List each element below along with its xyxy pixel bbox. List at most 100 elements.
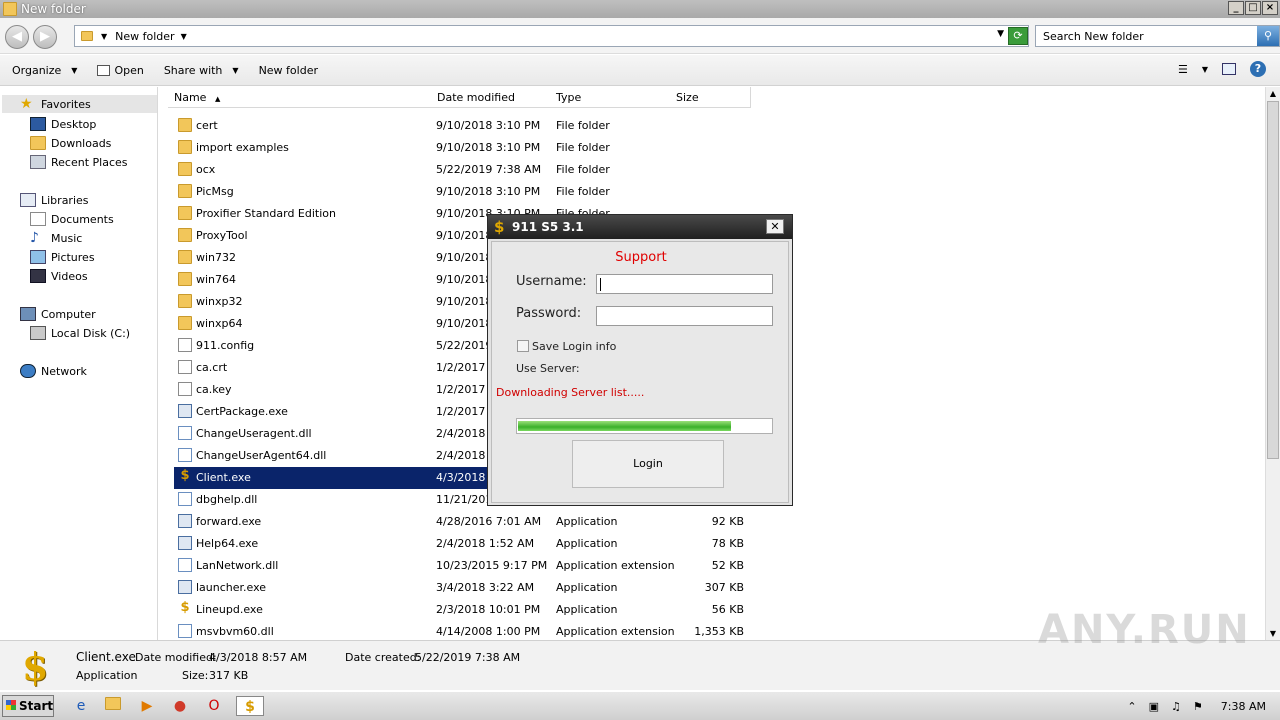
preview-pane-icon[interactable] (1222, 63, 1236, 75)
client-taskbar-button[interactable]: $ (236, 696, 264, 716)
cell-name: cert (196, 119, 218, 132)
progress-fill (518, 421, 731, 431)
chevron-down-icon[interactable]: ▼ (181, 32, 187, 41)
maximize-button[interactable]: □ (1245, 1, 1261, 15)
nav-label: Downloads (51, 136, 112, 150)
details-modified-value: 4/3/2018 8:57 AM (209, 651, 308, 664)
explorer-taskbar-button[interactable] (102, 696, 124, 716)
forward-button[interactable]: ▶ (33, 25, 57, 49)
start-button[interactable]: Start (2, 695, 54, 717)
nav-network[interactable]: Network (20, 362, 87, 380)
drive-icon (30, 326, 46, 340)
opera-icon[interactable]: O (203, 696, 225, 716)
window-title: New folder (21, 2, 86, 16)
search-icon[interactable]: ⚲ (1257, 26, 1279, 46)
close-button[interactable]: × (1262, 1, 1278, 15)
folder-icon (3, 2, 17, 16)
table-row[interactable]: PicMsg 9/10/2018 3:10 PM File folder (174, 181, 754, 203)
address-dropdown-icon[interactable]: ▼ (997, 29, 1004, 39)
refresh-button[interactable]: ⟳ (1008, 27, 1028, 45)
breadcrumb[interactable]: New folder (115, 30, 174, 43)
table-row[interactable]: launcher.exe 3/4/2018 3:22 AM Application 3… (174, 577, 754, 599)
volume-icon[interactable]: ♫ (1171, 700, 1181, 713)
view-options-icon[interactable]: ☰ (1178, 63, 1188, 76)
cell-date: 9/10/2018 3:10 PM (436, 185, 541, 198)
computer-icon (20, 307, 36, 321)
search-input[interactable]: Search New folder ⚲ (1035, 25, 1280, 47)
nav-label: Local Disk (C:) (51, 326, 131, 340)
open-label: Open (114, 63, 144, 77)
column-header-type[interactable]: Type (550, 87, 671, 108)
save-login-checkbox[interactable] (517, 340, 529, 352)
desktop-icon (30, 117, 46, 131)
new-folder-button[interactable]: New folder (259, 64, 318, 77)
nav-computer[interactable]: Computer (20, 305, 96, 323)
status-text: Downloading Server list..... (496, 386, 645, 399)
dll-icon (178, 426, 192, 440)
chevron-down-icon[interactable]: ▼ (101, 32, 107, 41)
password-field[interactable] (596, 306, 773, 326)
login-button[interactable]: Login (572, 440, 724, 488)
show-hidden-icons-icon[interactable]: ⌃ (1127, 700, 1136, 713)
network-tray-icon[interactable]: ▣ (1149, 700, 1159, 713)
back-button[interactable]: ◀ (5, 25, 29, 49)
table-row[interactable]: cert 9/10/2018 3:10 PM File folder (174, 115, 754, 137)
support-link[interactable]: Support (492, 250, 790, 265)
application-icon (178, 580, 192, 594)
scrollbar-thumb[interactable] (1267, 101, 1279, 459)
open-button[interactable]: Open (97, 63, 144, 77)
table-row[interactable]: forward.exe 4/28/2016 7:01 AM Application 9… (174, 511, 754, 533)
nav-label: Pictures (51, 250, 95, 264)
nav-favorites[interactable]: ★ Favorites (2, 95, 157, 113)
nav-videos[interactable]: Videos (30, 267, 88, 285)
table-row[interactable]: LanNetwork.dll 10/23/2015 9:17 PM Applicat… (174, 555, 754, 577)
application-icon (178, 514, 192, 528)
cell-date: 2/3/2018 10:01 PM (436, 603, 541, 616)
chrome-icon[interactable]: ● (169, 696, 191, 716)
username-field[interactable] (596, 274, 773, 294)
dialog-close-button[interactable]: ✕ (766, 219, 784, 234)
column-header-size[interactable]: Size (670, 87, 751, 108)
organize-button[interactable]: Organize ▼ (12, 64, 77, 77)
internet-explorer-icon[interactable]: e (70, 696, 92, 716)
help-icon[interactable]: ? (1250, 61, 1266, 77)
column-header-name[interactable]: Name ▲ (168, 87, 432, 108)
nav-libraries[interactable]: Libraries (20, 191, 89, 209)
nav-documents[interactable]: Documents (30, 210, 114, 228)
save-login-label[interactable]: Save Login info (532, 340, 616, 353)
table-row[interactable]: ocx 5/22/2019 7:38 AM File folder (174, 159, 754, 181)
scroll-down-icon[interactable]: ▼ (1266, 627, 1280, 640)
cell-date: 9/10/2018 3:10 PM (436, 119, 541, 132)
nav-music[interactable]: ♪ Music (30, 229, 82, 247)
table-row[interactable]: $ Lineupd.exe 2/3/2018 10:01 PM Application… (174, 599, 754, 621)
nav-pictures[interactable]: Pictures (30, 248, 95, 266)
cell-name: winxp32 (196, 295, 243, 308)
minimize-button[interactable]: _ (1228, 1, 1244, 15)
table-row[interactable]: import examples 9/10/2018 3:10 PM File fol… (174, 137, 754, 159)
nav-downloads[interactable]: Downloads (30, 134, 111, 152)
dollar-icon: $ (494, 218, 505, 236)
clock[interactable]: 7:38 AM (1221, 700, 1266, 713)
cell-size: 78 KB (711, 537, 744, 550)
cell-name: ChangeUseragent.dll (196, 427, 312, 440)
folder-icon (178, 118, 192, 132)
videos-icon (30, 269, 46, 283)
action-center-flag-icon[interactable]: ⚑ (1193, 700, 1203, 713)
nav-desktop[interactable]: Desktop (30, 115, 96, 133)
column-header-date[interactable]: Date modified (431, 87, 551, 108)
vertical-scrollbar[interactable]: ▲ ▼ (1265, 87, 1280, 640)
address-bar[interactable]: ▼ New folder ▼ ▼ (74, 25, 1029, 47)
nav-local-disk[interactable]: Local Disk (C:) (30, 324, 130, 342)
scroll-up-icon[interactable]: ▲ (1266, 87, 1280, 100)
table-row[interactable]: Help64.exe 2/4/2018 1:52 AM Application 78 … (174, 533, 754, 555)
share-with-button[interactable]: Share with ▼ (164, 64, 239, 77)
cell-name: ChangeUserAgent64.dll (196, 449, 327, 462)
media-player-icon[interactable]: ▶ (136, 696, 158, 716)
cell-name: forward.exe (196, 515, 262, 528)
cell-size: 56 KB (711, 603, 744, 616)
chevron-down-icon[interactable]: ▼ (1202, 65, 1208, 74)
application-icon (178, 536, 192, 550)
cell-size: 92 KB (711, 515, 744, 528)
nav-recent-places[interactable]: Recent Places (30, 153, 128, 171)
cell-name: Lineupd.exe (196, 603, 263, 616)
